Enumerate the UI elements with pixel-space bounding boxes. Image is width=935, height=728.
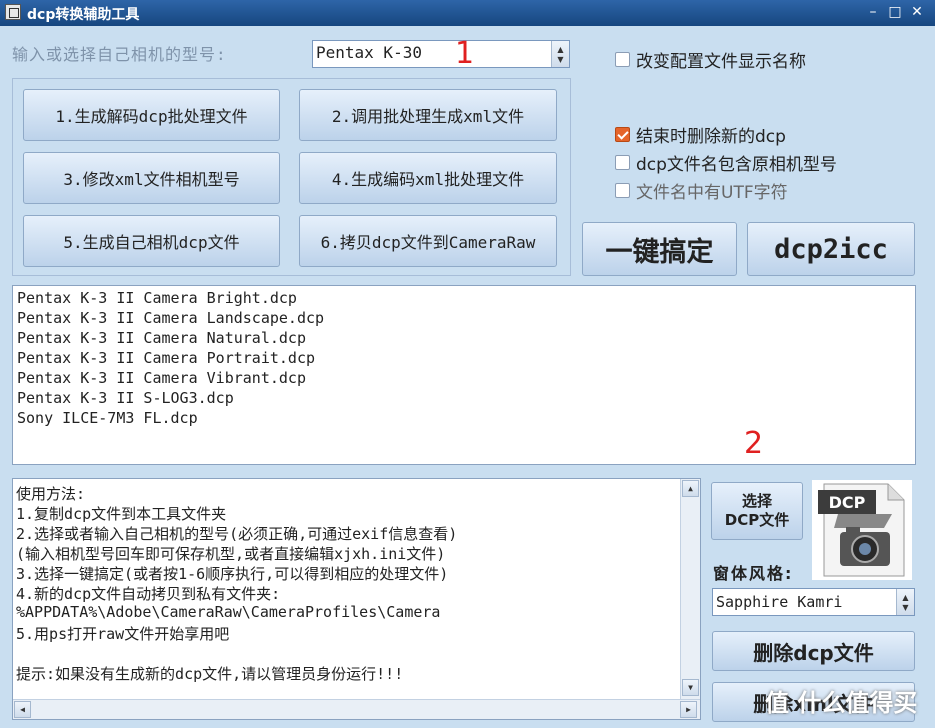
step6-button[interactable]: 6.拷贝dcp文件到CameraRaw	[299, 215, 557, 267]
step3-button[interactable]: 3.修改xml文件相机型号	[23, 152, 280, 204]
include-model-checkbox[interactable]: dcp文件名包含原相机型号	[615, 150, 837, 175]
dcp-icon-text: DCP	[829, 493, 866, 512]
checkbox-box[interactable]	[615, 183, 630, 198]
checkmark-icon[interactable]	[615, 127, 630, 142]
scroll-up-icon[interactable]: ▲	[682, 480, 699, 497]
list-item[interactable]: Sony ILCE-7M3 FL.dcp	[17, 409, 198, 427]
horizontal-scrollbar[interactable]: ◀ ▶	[13, 699, 700, 719]
watermark-text: 值 什么值得买	[765, 689, 918, 717]
delete-dcp-button[interactable]: 删除dcp文件	[712, 631, 915, 671]
step5-button[interactable]: 5.生成自己相机dcp文件	[23, 215, 280, 267]
rename-display-checkbox[interactable]: 改变配置文件显示名称	[615, 47, 806, 72]
instruction-line: (输入相机型号回车即可保存机型,或者直接编辑xjxh.ini文件)	[16, 545, 446, 563]
spin-arrows-icon[interactable]: ▲ ▼	[896, 589, 914, 615]
dcp2icc-button[interactable]: dcp2icc	[747, 222, 915, 276]
window-title: dcp转换辅助工具	[27, 7, 140, 23]
instruction-line: 1.复制dcp文件到本工具文件夹	[16, 505, 227, 523]
checkbox-box[interactable]	[615, 52, 630, 67]
instruction-line: %APPDATA%\Adobe\CameraRaw\CameraProfiles…	[16, 603, 441, 621]
instruction-line: 4.新的dcp文件自动拷贝到私有文件夹:	[16, 585, 281, 603]
step4-button[interactable]: 4.生成编码xml批处理文件	[299, 152, 557, 204]
checkbox-box[interactable]	[615, 155, 630, 170]
annotation-number-1: 1	[455, 36, 475, 71]
instruction-line: 5.用ps打开raw文件开始享用吧	[16, 625, 230, 643]
annotation-number-2: 2	[744, 426, 764, 461]
list-item[interactable]: Pentax K-3 II Camera Natural.dcp	[17, 329, 306, 347]
style-value: Sapphire Kamri	[716, 593, 843, 611]
select-dcp-line2: DCP文件	[724, 511, 790, 529]
rename-display-label: 改变配置文件显示名称	[636, 52, 806, 72]
instruction-line: 2.选择或者输入自己相机的型号(必须正确,可通过exif信息查看)	[16, 525, 458, 543]
camera-model-value: Pentax K-30	[316, 43, 422, 62]
instruction-line: 使用方法:	[16, 485, 86, 503]
scroll-right-icon[interactable]: ▶	[680, 701, 697, 718]
scroll-down-icon[interactable]: ▼	[682, 679, 699, 696]
list-item[interactable]: Pentax K-3 II Camera Portrait.dcp	[17, 349, 315, 367]
list-item[interactable]: Pentax K-3 II Camera Vibrant.dcp	[17, 369, 306, 387]
select-dcp-button[interactable]: 选择 DCP文件	[711, 482, 803, 540]
list-item[interactable]: Pentax K-3 II S-LOG3.dcp	[17, 389, 234, 407]
instructions-memo[interactable]: 使用方法: 1.复制dcp文件到本工具文件夹 2.选择或者输入自己相机的型号(必…	[12, 478, 701, 720]
step2-button[interactable]: 2.调用批处理生成xml文件	[299, 89, 557, 141]
vertical-scrollbar[interactable]: ▲ ▼	[680, 479, 700, 699]
instruction-line: 3.选择一键搞定(或者按1-6顺序执行,可以得到相应的处理文件)	[16, 565, 449, 583]
step1-button[interactable]: 1.生成解码dcp批处理文件	[23, 89, 280, 141]
include-model-label: dcp文件名包含原相机型号	[636, 155, 837, 175]
select-dcp-line1: 选择	[741, 492, 772, 510]
scroll-left-icon[interactable]: ◀	[14, 701, 31, 718]
utf-chars-checkbox[interactable]: 文件名中有UTF字符	[615, 178, 788, 203]
list-item[interactable]: Pentax K-3 II Camera Bright.dcp	[17, 289, 297, 307]
instruction-line: 提示:如果没有生成新的dcp文件,请以管理员身份运行!!!	[16, 665, 404, 683]
one-key-button[interactable]: 一键搞定	[582, 222, 737, 276]
delete-new-dcp-checkbox[interactable]: 结束时删除新的dcp	[615, 122, 786, 147]
app-icon	[5, 4, 21, 20]
minimize-button[interactable]: –	[862, 2, 884, 22]
dcp-file-list[interactable]: Pentax K-3 II Camera Bright.dcp Pentax K…	[12, 285, 916, 465]
maximize-button[interactable]: □	[884, 2, 906, 22]
style-combo[interactable]: Sapphire Kamri ▲ ▼	[712, 588, 915, 616]
delete-new-dcp-label: 结束时删除新的dcp	[636, 127, 786, 147]
camera-model-combo[interactable]: Pentax K-30 ▲ ▼	[312, 40, 570, 68]
close-button[interactable]: ✕	[906, 2, 928, 22]
dcp-file-icon: DCP	[812, 480, 912, 580]
spin-arrows-icon[interactable]: ▲ ▼	[551, 41, 569, 67]
style-label: 窗体风格:	[713, 564, 794, 583]
camera-model-label: 输入或选择自己相机的型号:	[12, 45, 227, 64]
title-bar: dcp转换辅助工具 – □ ✕	[0, 0, 935, 26]
app-window: dcp转换辅助工具 – □ ✕ 输入或选择自己相机的型号: Pentax K-3…	[0, 0, 935, 728]
list-item[interactable]: Pentax K-3 II Camera Landscape.dcp	[17, 309, 324, 327]
utf-chars-label: 文件名中有UTF字符	[636, 183, 788, 203]
